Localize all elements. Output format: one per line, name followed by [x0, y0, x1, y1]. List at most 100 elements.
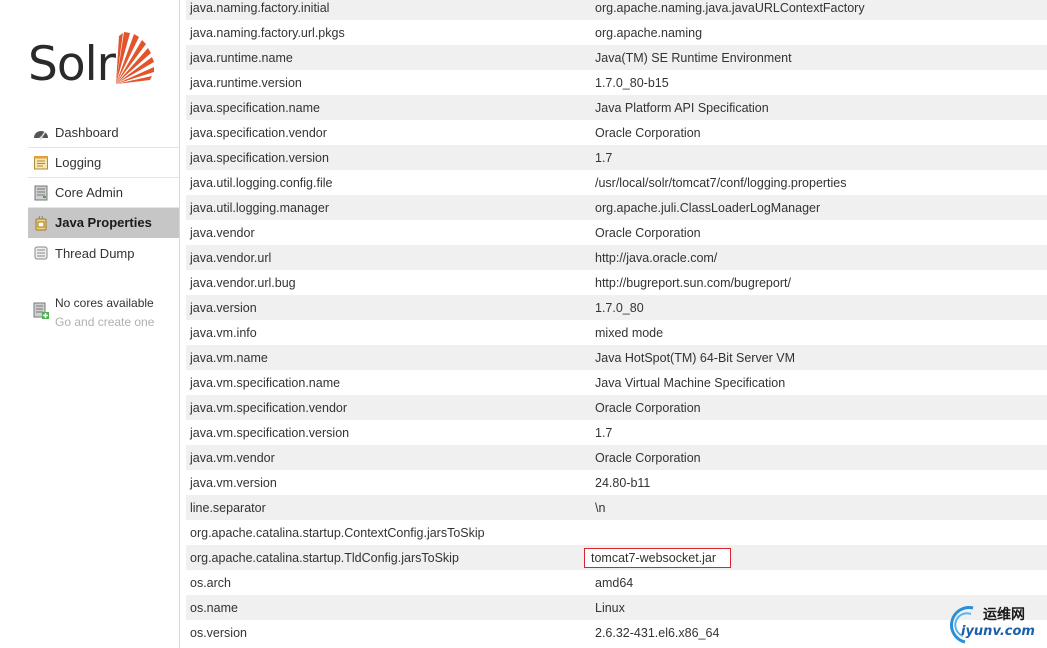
nav-item-label: Dashboard: [55, 125, 119, 140]
nav-item-label: Logging: [55, 155, 102, 170]
property-key: java.vm.specification.name: [190, 375, 341, 390]
property-row: os.version 2.6.32-431.el6.x86_64: [186, 620, 1047, 645]
property-key: java.util.logging.manager: [190, 200, 329, 215]
watermark-cn-text: 运维网: [983, 607, 1025, 623]
property-value: org.apache.naming.java.javaURLContextFac…: [595, 0, 865, 15]
property-row: java.vm.name Java HotSpot(TM) 64-Bit Serv…: [186, 345, 1047, 370]
property-value: 24.80-b11: [595, 475, 651, 490]
create-core-link[interactable]: Go and create one: [55, 313, 154, 332]
property-key: java.specification.vendor: [190, 125, 327, 140]
property-value: mixed mode: [595, 325, 664, 340]
property-value-highlighted: tomcat7-websocket.jar: [583, 547, 732, 568]
property-key: line.separator: [190, 500, 266, 515]
property-value: Oracle Corporation: [595, 225, 701, 240]
property-value: amd64: [595, 575, 634, 590]
nav-item-label: Thread Dump: [55, 245, 135, 261]
property-value: Oracle Corporation: [595, 400, 701, 415]
property-key: os.name: [190, 600, 238, 615]
property-row: java.vendor Oracle Corporation: [186, 220, 1047, 245]
property-key: os.version: [190, 625, 247, 640]
property-key: java.vm.specification.vendor: [190, 400, 348, 415]
property-key: java.naming.factory.initial: [190, 0, 330, 15]
property-key: java.vendor: [190, 225, 255, 240]
property-value: /usr/local/solr/tomcat7/conf/logging.pro…: [595, 175, 847, 190]
logo-text: Solr: [28, 37, 116, 92]
property-value: 1.7.0_80: [595, 300, 644, 315]
property-key: java.vendor.url: [190, 250, 272, 265]
property-key: java.vm.specification.version: [190, 425, 350, 440]
property-row: java.version 1.7.0_80: [186, 295, 1047, 320]
nav-item-label: Core Admin: [55, 185, 123, 200]
property-row: line.separator \n: [186, 495, 1047, 520]
watermark: 运维网 iyunv.com: [943, 598, 1047, 648]
property-row: java.vendor.url.bug http://bugreport.sun.…: [186, 270, 1047, 295]
property-value: Java Platform API Specification: [595, 100, 769, 115]
property-row: java.runtime.version 1.7.0_80-b15: [186, 70, 1047, 95]
no-cores-label: No cores available: [55, 296, 154, 310]
property-key: os.arch: [190, 575, 231, 590]
property-value: Java(TM) SE Runtime Environment: [595, 50, 792, 65]
property-row: java.vm.specification.name Java Virtual M…: [186, 370, 1047, 395]
property-row: java.vm.version 24.80-b11: [186, 470, 1047, 495]
property-value: Java HotSpot(TM) 64-Bit Server VM: [595, 350, 796, 365]
property-row: os.name Linux: [186, 595, 1047, 620]
property-value: Oracle Corporation: [595, 125, 701, 140]
property-row: os.arch amd64: [186, 570, 1047, 595]
property-value: 2.6.32-431.el6.x86_64: [595, 625, 720, 640]
property-row: java.naming.factory.url.pkgs org.apache.n…: [186, 20, 1047, 45]
nav-item-core-admin[interactable]: Core Admin: [28, 178, 179, 208]
property-value: Linux: [595, 600, 625, 615]
property-key: java.version: [190, 300, 257, 315]
property-key: org.apache.catalina.startup.ContextConfi…: [190, 525, 485, 540]
solr-sunburst-icon: [116, 32, 154, 84]
dashboard-icon: [33, 125, 49, 141]
property-value: 1.7: [595, 150, 613, 165]
property-row: java.vendor.url http://java.oracle.com/: [186, 245, 1047, 270]
property-value: \n: [595, 500, 606, 515]
thread-dump-icon: [33, 245, 49, 261]
property-value: org.apache.juli.ClassLoaderLogManager: [595, 200, 821, 215]
nav-item-logging[interactable]: Logging: [28, 148, 179, 178]
java-properties-table: java.naming.factory.initial org.apache.na…: [186, 0, 1047, 645]
property-row: java.naming.factory.initial org.apache.na…: [186, 0, 1047, 20]
property-value: 1.7: [595, 425, 613, 440]
solr-logo[interactable]: Solr: [28, 28, 163, 98]
nav-item-label: Java Properties: [55, 215, 152, 230]
main-nav: Dashboard Logging Core Admin Java Proper…: [28, 118, 179, 268]
property-key: java.vm.info: [190, 325, 257, 340]
property-value: Oracle Corporation: [595, 450, 701, 465]
property-row: java.util.logging.config.file/usr/local/…: [186, 170, 1047, 195]
property-value: 1.7.0_80-b15: [595, 75, 669, 90]
property-key: java.vm.vendor: [190, 450, 275, 465]
nav-item-thread-dump[interactable]: Thread Dump: [28, 238, 179, 268]
watermark-swirl-icon: [950, 606, 974, 644]
property-key: java.vm.name: [190, 350, 268, 365]
property-row: org.apache.catalina.startup.TldConfig.ja…: [186, 545, 1047, 570]
property-key: java.runtime.version: [190, 75, 302, 90]
property-key: org.apache.catalina.startup.TldConfig.ja…: [190, 550, 459, 565]
core-admin-icon: [33, 185, 49, 201]
java-icon: [33, 215, 49, 231]
property-row: java.runtime.name Java(TM) SE Runtime Env…: [186, 45, 1047, 70]
property-row: java.vm.specification.version 1.7: [186, 420, 1047, 445]
property-row: java.util.logging.manager org.apache.juli…: [186, 195, 1047, 220]
nav-item-java-properties[interactable]: Java Properties: [28, 208, 179, 238]
property-row: java.vm.info mixed mode: [186, 320, 1047, 345]
property-row: java.specification.version 1.7: [186, 145, 1047, 170]
watermark-en-text: iyunv.com: [961, 624, 1035, 639]
property-value: http://bugreport.sun.com/bugreport/: [595, 275, 791, 290]
property-key: java.vendor.url.bug: [190, 275, 296, 290]
add-core-icon: [33, 302, 49, 320]
sidebar-divider: [179, 0, 180, 648]
property-key: java.specification.name: [190, 100, 320, 115]
property-key: java.vm.version: [190, 475, 277, 490]
property-value: http://java.oracle.com/: [595, 250, 718, 265]
property-row: java.specification.name Java Platform API…: [186, 95, 1047, 120]
property-row: java.vm.specification.vendor Oracle Corpo…: [186, 395, 1047, 420]
property-key: java.specification.version: [190, 150, 329, 165]
nav-item-dashboard[interactable]: Dashboard: [28, 118, 179, 148]
sidebar: Solr Dashboard Logging Core Admin Java P…: [0, 0, 180, 648]
property-value: Java Virtual Machine Specification: [595, 375, 786, 390]
property-row: java.vm.vendor Oracle Corporation: [186, 445, 1047, 470]
logging-icon: [33, 155, 49, 171]
